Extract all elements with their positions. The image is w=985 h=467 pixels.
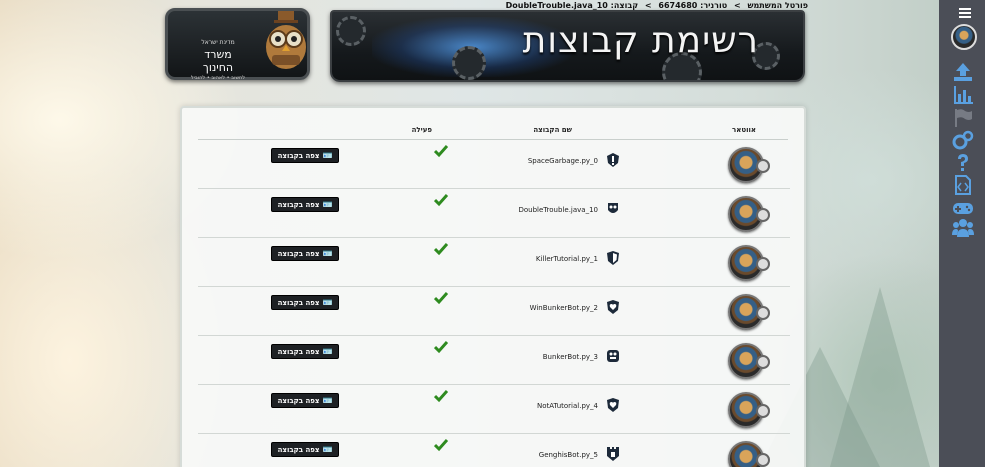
header-active: פעילה	[411, 126, 432, 134]
breadcrumb-separator: >	[644, 1, 652, 10]
tower-shield-icon	[607, 447, 619, 461]
view-group-label: צפה בקבוצה	[277, 396, 320, 405]
table-row: BunkerBot.py_3 🪪 צפה בקבוצה	[198, 336, 790, 385]
right-sidebar	[939, 0, 985, 467]
card-icon: 🪪	[322, 396, 333, 405]
logo-main: משרד החינוך	[202, 48, 234, 74]
header-group-name: שם הקבוצה	[533, 126, 572, 134]
groups-panel: אווטאר שם הקבוצה פעילה SpaceGarbage.py_0…	[180, 106, 806, 467]
check-icon	[434, 439, 448, 452]
view-group-button[interactable]: 🪪 צפה בקבוצה	[271, 393, 339, 408]
card-icon: 🪪	[322, 347, 333, 356]
exclamation-shield-icon	[607, 153, 619, 167]
avatar	[728, 441, 770, 467]
group-name: KillerTutorial.py_1	[535, 255, 598, 263]
gamepad-icon[interactable]	[952, 198, 974, 218]
heart-shield-icon	[607, 300, 619, 314]
logo-sub: לחשוב • לאהוב • להוביל	[190, 75, 246, 81]
avatar	[728, 196, 770, 232]
card-icon: 🪪	[322, 249, 333, 258]
flag-icon[interactable]	[952, 108, 974, 128]
breadcrumb-tournament[interactable]: טורניר: 6674680	[658, 1, 727, 10]
badge-icon	[607, 350, 619, 362]
ministry-logo[interactable]: מדינת ישראל משרד החינוך לחשוב • לאהוב • …	[165, 8, 310, 81]
group-name: NotATutorial.py_4	[536, 402, 598, 410]
check-icon	[434, 292, 448, 305]
gear-icon[interactable]	[952, 130, 974, 150]
breadcrumb: פורטל המשתמש > טורניר: 6674680 > קבוצה: …	[506, 1, 810, 10]
gear-icon	[336, 16, 366, 46]
owl-mascot-icon	[266, 11, 306, 69]
logo-text: מדינת ישראל משרד החינוך לחשוב • לאהוב • …	[188, 39, 248, 81]
avatar	[728, 294, 770, 330]
half-shield-icon	[607, 251, 619, 265]
table-row: SpaceGarbage.py_0 🪪 צפה בקבוצה	[198, 140, 790, 189]
page-title: רשימת קבוצות	[522, 20, 759, 61]
page-banner: רשימת קבוצות	[330, 10, 805, 82]
logo-top: מדינת ישראל	[201, 39, 235, 46]
view-group-button[interactable]: 🪪 צפה בקבוצה	[271, 148, 339, 163]
group-name: BunkerBot.py_3	[542, 353, 598, 361]
table-header: אווטאר שם הקבוצה פעילה	[198, 122, 788, 140]
view-group-label: צפה בקבוצה	[277, 151, 320, 160]
table-row: KillerTutorial.py_1 🪪 צפה בקבוצה	[198, 238, 790, 287]
avatar	[728, 245, 770, 281]
card-icon: 🪪	[322, 445, 333, 454]
group-name: DoubleTrouble.java_10	[518, 206, 599, 214]
card-icon: 🪪	[322, 298, 333, 307]
check-icon	[434, 145, 448, 158]
breadcrumb-separator: >	[733, 1, 741, 10]
view-group-label: צפה בקבוצה	[277, 249, 320, 258]
breadcrumb-group: קבוצה: DoubleTrouble.java_10	[505, 1, 639, 10]
card-icon: 🪪	[322, 151, 333, 160]
table-row: WinBunkerBot.py_2 🪪 צפה בקבוצה	[198, 287, 790, 336]
mask-icon	[608, 203, 618, 213]
header: מדינת ישראל משרד החינוך לחשוב • לאהוב • …	[160, 0, 810, 90]
header-avatar: אווטאר	[732, 126, 756, 134]
group-name: WinBunkerBot.py_2	[529, 304, 598, 312]
code-file-icon[interactable]	[952, 175, 974, 195]
help-icon[interactable]	[952, 153, 974, 173]
group-name: GenghisBot.py_5	[538, 451, 598, 459]
table-row: DoubleTrouble.java_10 🪪 צפה בקבוצה	[198, 189, 790, 238]
view-group-button[interactable]: 🪪 צפה בקבוצה	[271, 344, 339, 359]
check-icon	[434, 243, 448, 256]
hamburger-menu-icon[interactable]	[959, 8, 971, 18]
gear-icon	[452, 46, 486, 80]
view-group-label: צפה בקבוצה	[277, 445, 320, 454]
check-icon	[434, 341, 448, 354]
upload-icon[interactable]	[952, 62, 974, 82]
table-row: GenghisBot.py_5 🪪 צפה בקבוצה	[198, 434, 790, 467]
view-group-button[interactable]: 🪪 צפה בקבוצה	[271, 246, 339, 261]
check-icon	[434, 194, 448, 207]
heart-shield-icon	[607, 398, 619, 412]
user-avatar[interactable]	[951, 24, 977, 50]
view-group-label: צפה בקבוצה	[277, 347, 320, 356]
card-icon: 🪪	[322, 200, 333, 209]
background-mountain	[830, 287, 930, 467]
bar-chart-icon[interactable]	[952, 85, 974, 105]
avatar	[728, 343, 770, 379]
avatar	[728, 392, 770, 428]
breadcrumb-portal[interactable]: פורטל המשתמש	[747, 1, 808, 10]
avatar	[728, 147, 770, 183]
group-name: SpaceGarbage.py_0	[527, 157, 598, 165]
view-group-button[interactable]: 🪪 צפה בקבוצה	[271, 442, 339, 457]
view-group-button[interactable]: 🪪 צפה בקבוצה	[271, 197, 339, 212]
check-icon	[434, 390, 448, 403]
view-group-label: צפה בקבוצה	[277, 298, 320, 307]
table-row: NotATutorial.py_4 🪪 צפה בקבוצה	[198, 385, 790, 434]
users-icon[interactable]	[952, 218, 974, 238]
view-group-label: צפה בקבוצה	[277, 200, 320, 209]
view-group-button[interactable]: 🪪 צפה בקבוצה	[271, 295, 339, 310]
